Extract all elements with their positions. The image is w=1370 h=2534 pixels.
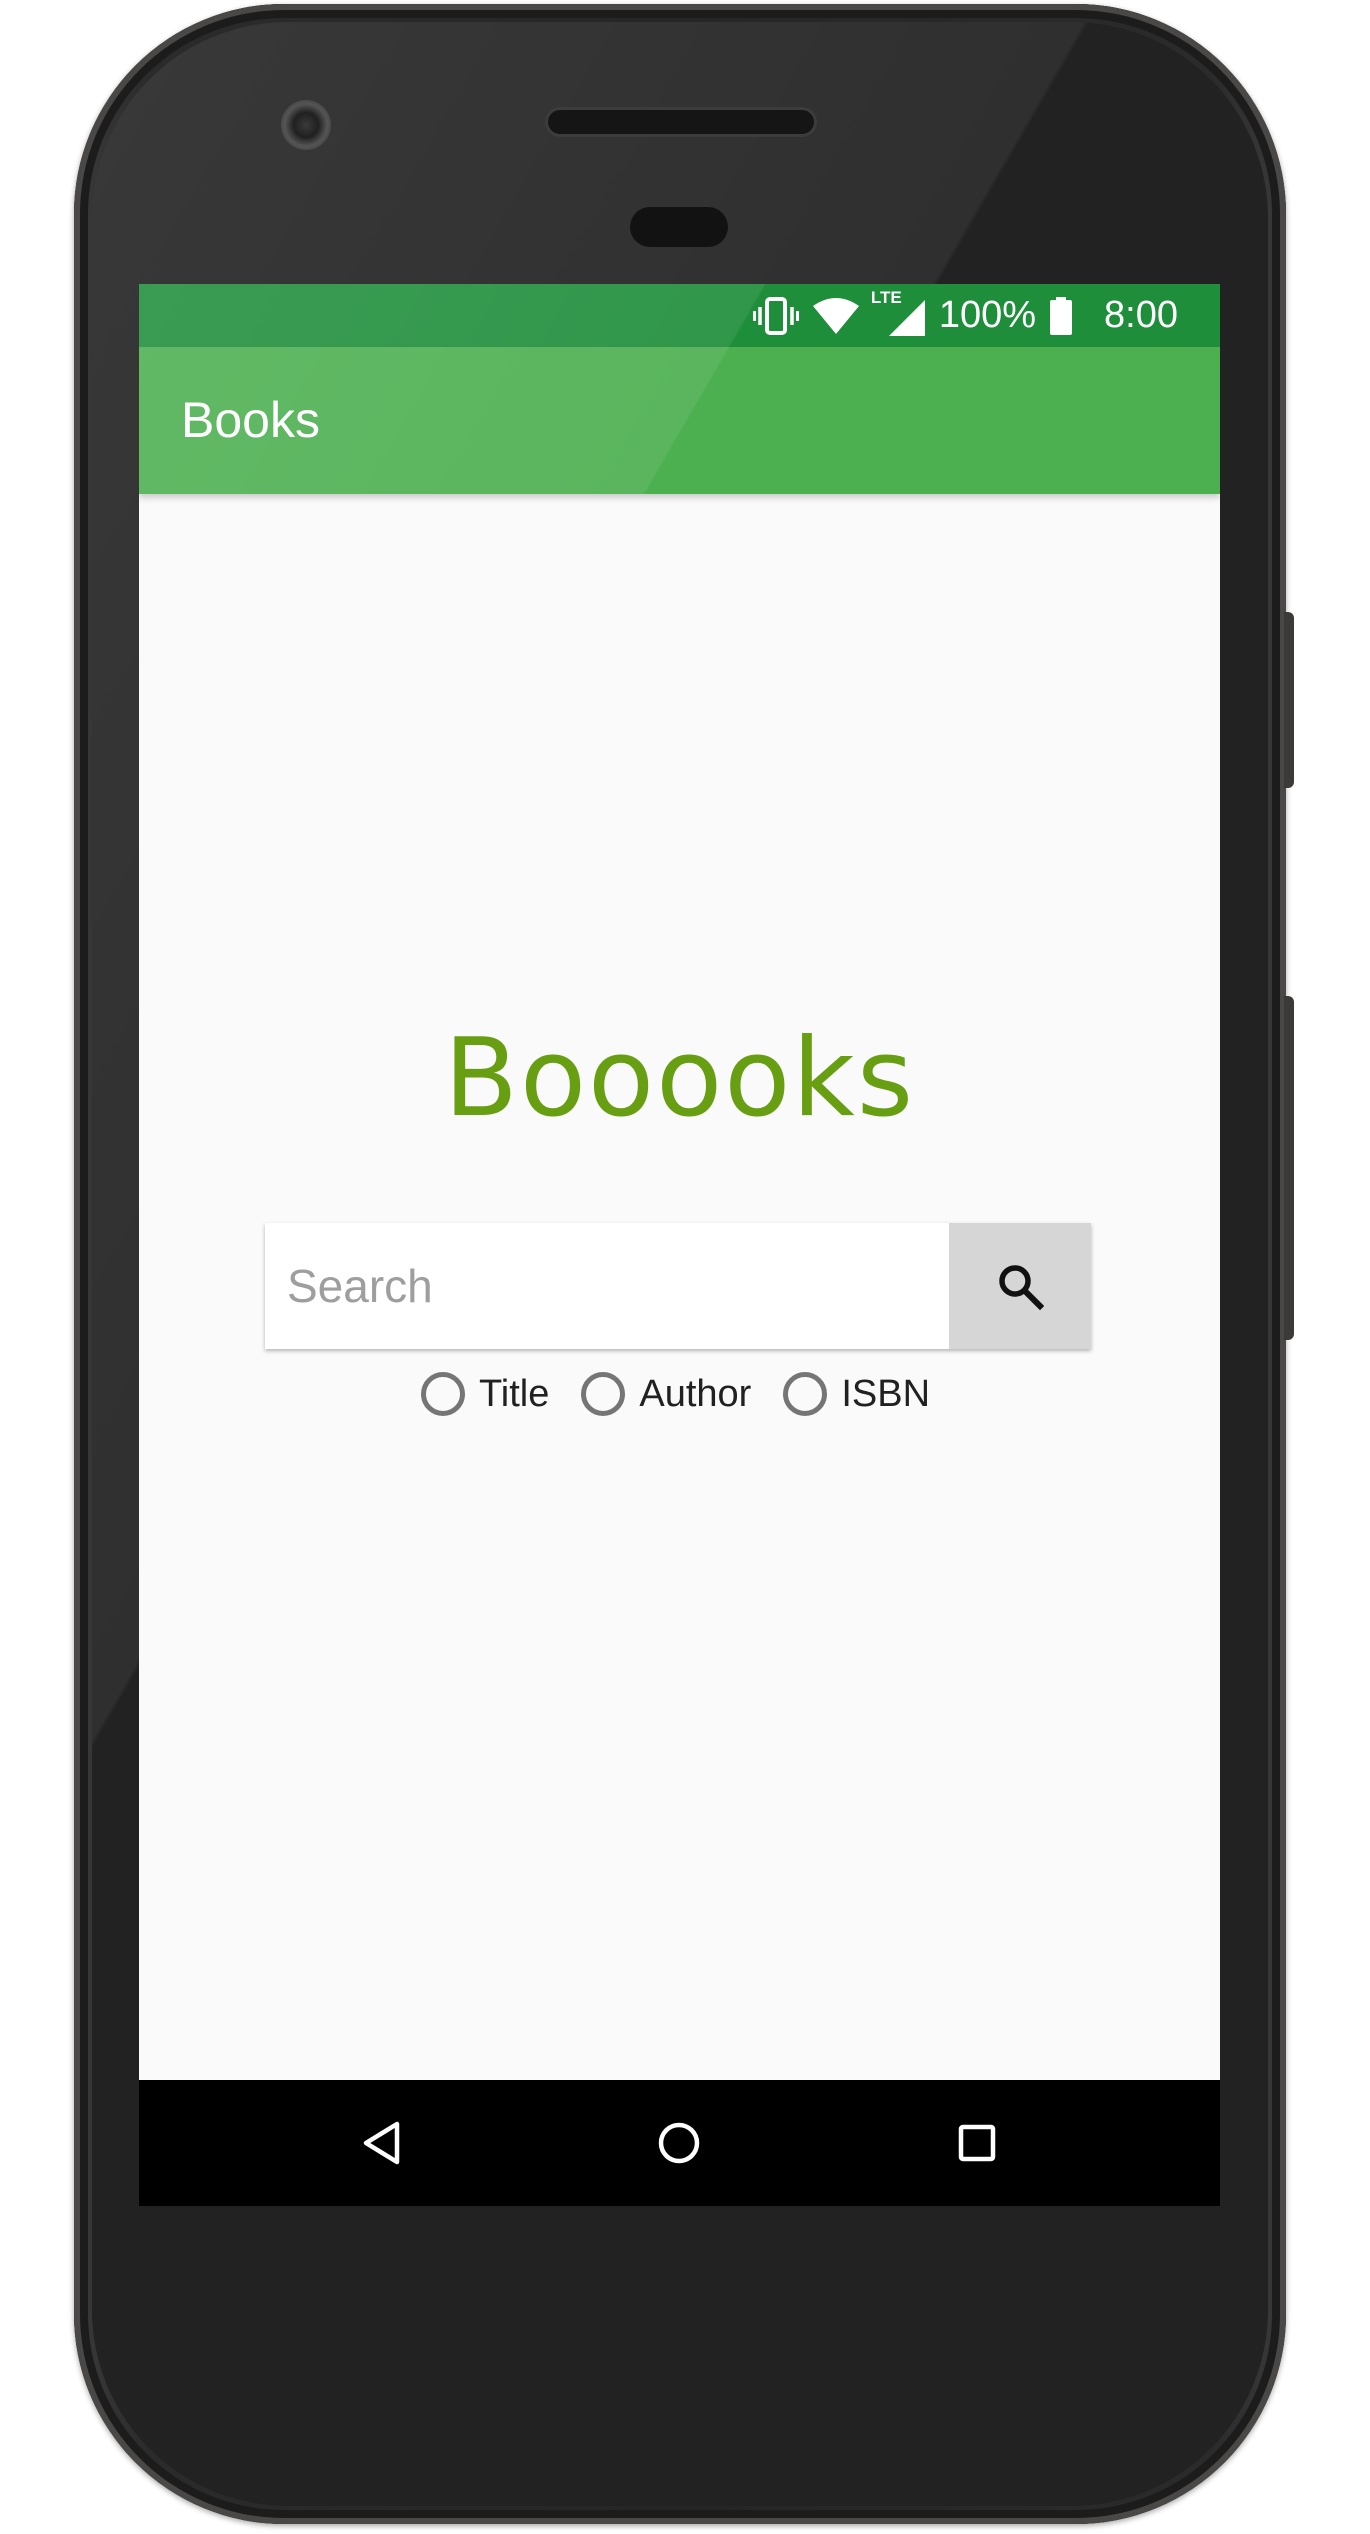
back-button[interactable] (342, 2103, 422, 2183)
earpiece-speaker (548, 110, 814, 134)
search-icon (999, 1265, 1044, 1310)
wifi-icon (812, 297, 859, 334)
navigation-bar (139, 2080, 1220, 2206)
radio-button-icon[interactable] (420, 1372, 465, 1416)
radio-label: ISBN (841, 1372, 931, 1415)
radio-title[interactable]: Title (409, 1372, 549, 1416)
app-bar: Books (139, 347, 1220, 494)
volume-button (1284, 996, 1294, 1340)
search-button[interactable] (949, 1223, 1091, 1349)
home-button[interactable] (639, 2103, 719, 2183)
status-bar: LTE 100% 8:00 (139, 284, 1220, 347)
recents-button[interactable] (937, 2103, 1017, 2183)
back-icon (363, 2121, 400, 2165)
brand-title: Booooks (443, 1016, 916, 1141)
radio-label: Author (639, 1372, 752, 1415)
clock: 8:00 (1104, 294, 1178, 336)
search-box (265, 1223, 1091, 1349)
power-button (1284, 612, 1294, 788)
radio-button-icon[interactable] (783, 1372, 828, 1416)
radio-author[interactable]: Author (569, 1372, 751, 1416)
recents-icon (958, 2124, 996, 2162)
device-frame: LTE 100% 8:00 Books Booooks Search Title… (0, 0, 1370, 2534)
search-type-options: Title Author ISBN (139, 1372, 1220, 1416)
app-screen: LTE 100% 8:00 Books Booooks Search Title… (139, 284, 1220, 2206)
radio-label: Title (478, 1372, 550, 1415)
radio-button-icon[interactable] (581, 1372, 626, 1416)
proximity-sensor (630, 207, 728, 247)
home-icon (658, 2122, 700, 2164)
lte-signal-icon: LTE (871, 288, 925, 336)
lte-label: LTE (870, 287, 902, 307)
status-icons: LTE 100% 8:00 (752, 284, 1178, 347)
front-camera (281, 100, 331, 150)
vibrate-icon (752, 296, 799, 336)
radio-isbn[interactable]: ISBN (771, 1372, 930, 1416)
app-title: Books (181, 392, 320, 448)
battery-icon (1050, 296, 1073, 335)
search-input[interactable] (265, 1223, 949, 1349)
battery-percent: 100% (938, 294, 1037, 336)
